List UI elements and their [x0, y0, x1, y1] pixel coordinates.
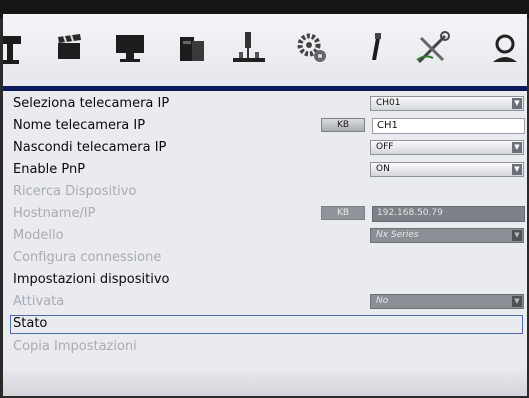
- chevron-down-icon: ▼: [512, 98, 522, 109]
- copy-settings-button[interactable]: Copia Impostazioni: [13, 339, 137, 354]
- hostname-keyboard-button[interactable]: KB: [321, 206, 365, 220]
- configure-connection-button[interactable]: Configura connessione: [13, 250, 161, 265]
- device-settings-row: Impostazioni dispositivo: [3, 269, 527, 291]
- hostname-input[interactable]: 192.168.50.79: [372, 206, 525, 222]
- select-camera-dropdown[interactable]: CH01 ▼: [370, 96, 524, 111]
- chevron-down-icon: ▼: [512, 142, 522, 153]
- enable-pnp-value: ON: [376, 164, 390, 174]
- activated-row: Attivata No ▼: [3, 291, 527, 313]
- menu-toolbar: [3, 14, 527, 80]
- hard-drive-icon[interactable]: [171, 28, 211, 68]
- configure-connection-row: Configura connessione: [3, 247, 527, 269]
- dvr-settings-screen: Seleziona telecamera IP CH01 ▼ Nome tele…: [3, 14, 527, 396]
- camera-icon[interactable]: [3, 28, 29, 68]
- model-value: Nx Series: [376, 230, 419, 240]
- chevron-down-icon: ▼: [512, 230, 522, 241]
- clapperboard-icon[interactable]: [49, 28, 89, 68]
- chevron-down-icon: ▼: [512, 296, 522, 307]
- hostname-value: 192.168.50.79: [377, 208, 443, 218]
- enable-pnp-dropdown[interactable]: ON ▼: [370, 162, 524, 177]
- select-camera-label: Seleziona telecamera IP: [13, 96, 170, 111]
- hide-camera-label: Nascondi telecamera IP: [13, 140, 167, 155]
- camera-name-keyboard-button[interactable]: KB: [321, 118, 365, 132]
- activated-value: No: [376, 296, 389, 306]
- enable-pnp-row: Enable PnP ON ▼: [3, 159, 527, 181]
- monitor-icon[interactable]: [110, 28, 150, 68]
- toolbar-separator: [3, 86, 527, 91]
- hide-camera-value: OFF: [376, 142, 394, 152]
- status-button[interactable]: Stato: [13, 316, 47, 331]
- camera-name-row: Nome telecamera IP KB CH1: [3, 115, 527, 137]
- usb-icon[interactable]: [355, 28, 395, 68]
- hostname-row: Hostname/IP KB 192.168.50.79: [3, 203, 527, 225]
- user-icon[interactable]: [485, 28, 525, 68]
- tools-icon[interactable]: [413, 28, 453, 68]
- model-dropdown[interactable]: Nx Series ▼: [370, 228, 524, 243]
- model-row: Modello Nx Series ▼: [3, 225, 527, 247]
- hide-camera-row: Nascondi telecamera IP OFF ▼: [3, 137, 527, 159]
- camera-name-input[interactable]: CH1: [372, 118, 525, 134]
- search-device-button[interactable]: Ricerca Dispositivo: [13, 184, 136, 199]
- select-camera-value: CH01: [376, 98, 401, 108]
- activated-label: Attivata: [13, 294, 65, 309]
- search-device-row: Ricerca Dispositivo: [3, 181, 527, 203]
- status-row: Stato: [3, 313, 527, 335]
- bottom-panel: [3, 370, 527, 396]
- hide-camera-dropdown[interactable]: OFF ▼: [370, 140, 524, 155]
- network-icon[interactable]: [229, 28, 269, 68]
- gears-icon[interactable]: [292, 28, 332, 68]
- select-camera-row: Seleziona telecamera IP CH01 ▼: [3, 93, 527, 115]
- enable-pnp-label: Enable PnP: [13, 162, 86, 177]
- model-label: Modello: [13, 228, 64, 243]
- chevron-down-icon: ▼: [512, 164, 522, 175]
- activated-dropdown[interactable]: No ▼: [370, 294, 524, 309]
- hostname-label: Hostname/IP: [13, 206, 96, 221]
- copy-settings-row: Copia Impostazioni: [3, 336, 527, 358]
- camera-name-value: CH1: [377, 120, 398, 131]
- device-settings-button[interactable]: Impostazioni dispositivo: [13, 272, 170, 287]
- camera-name-label: Nome telecamera IP: [13, 118, 146, 133]
